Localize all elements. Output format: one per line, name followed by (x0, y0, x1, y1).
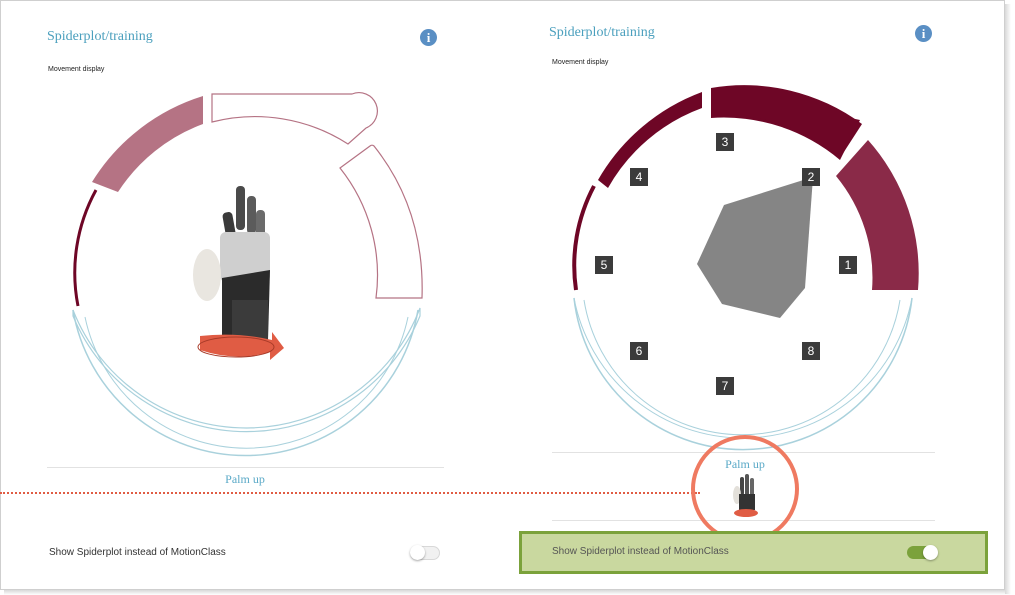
right-hand-thumbnail-icon (733, 474, 758, 517)
right-toggle-knob (923, 545, 938, 560)
spiderplot-toggle-panel: Show Spiderplot instead of MotionClass (519, 531, 988, 574)
highlight-circle (691, 435, 799, 543)
right-toggle-switch[interactable] (907, 545, 938, 560)
dotted-connector-line (0, 492, 700, 494)
right-toggle-label: Show Spiderplot instead of MotionClass (552, 546, 729, 557)
